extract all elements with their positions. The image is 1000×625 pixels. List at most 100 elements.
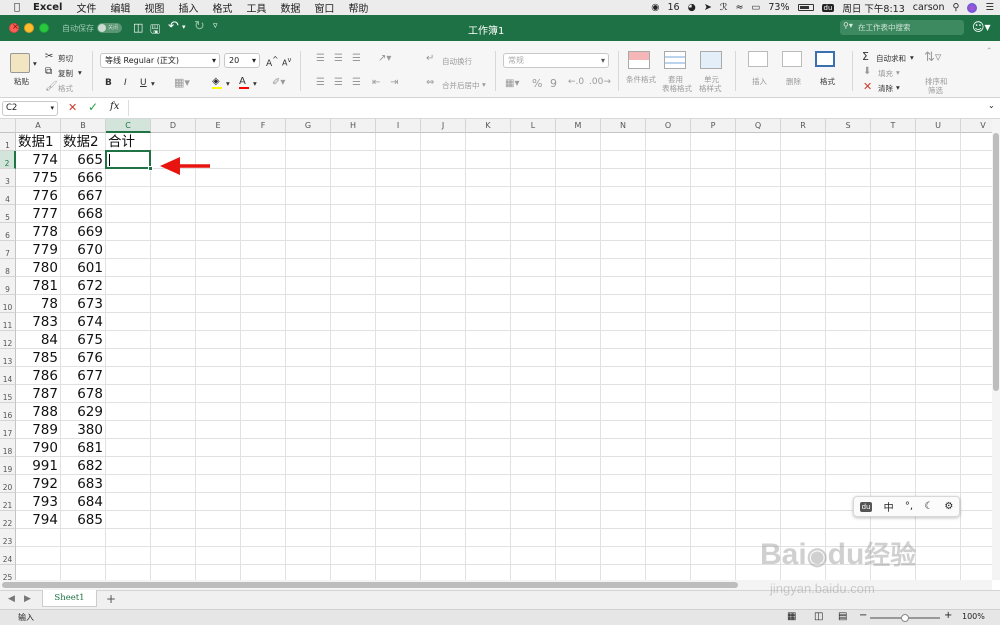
cancel-entry-icon[interactable]: ✕: [68, 101, 77, 114]
table-cell[interactable]: 676: [61, 349, 103, 367]
prev-sheet-icon[interactable]: ◀: [8, 594, 15, 604]
table-cell[interactable]: 794: [16, 511, 58, 529]
number-format-select[interactable]: 常规 ▾: [503, 53, 609, 68]
insert-cells-button[interactable]: 插入: [752, 76, 767, 87]
row-header-1[interactable]: 1: [0, 133, 16, 151]
comma-button[interactable]: 9: [550, 77, 557, 90]
row-header-2[interactable]: 2: [0, 151, 16, 169]
font-name-select[interactable]: 等线 Regular (正文) ▾: [100, 53, 220, 68]
customize-toolbar-icon[interactable]: ▿: [213, 21, 218, 31]
battery-icon[interactable]: [797, 4, 814, 11]
cut-icon[interactable]: ✂: [45, 51, 53, 62]
font-color-icon[interactable]: A: [239, 76, 249, 89]
column-header-g[interactable]: G: [286, 119, 331, 133]
zoom-in-button[interactable]: +: [944, 610, 952, 621]
column-header-k[interactable]: K: [466, 119, 511, 133]
clear-icon[interactable]: ✕: [863, 80, 872, 93]
row-header-15[interactable]: 15: [0, 385, 16, 403]
merge-center-icon[interactable]: ⇔: [426, 77, 434, 88]
minimize-window-button[interactable]: [24, 23, 34, 33]
underline-dropdown-icon[interactable]: ▾: [151, 79, 155, 88]
copy-dropdown-icon[interactable]: ▾: [78, 68, 82, 77]
autosave-toggle[interactable]: 关闭: [97, 23, 122, 33]
selected-cell-c2[interactable]: [105, 150, 153, 171]
cell-styles-button-2[interactable]: 格样式: [699, 83, 722, 94]
outdent-icon[interactable]: ⇤: [372, 77, 380, 88]
row-header-23[interactable]: 23: [0, 529, 16, 547]
table-cell[interactable]: 675: [61, 331, 103, 349]
cut-button[interactable]: 剪切: [58, 53, 73, 64]
format-as-table-icon[interactable]: [664, 51, 686, 69]
table-cell[interactable]: 780: [16, 259, 58, 277]
row-header-16[interactable]: 16: [0, 403, 16, 421]
vertical-scrollbar[interactable]: [992, 119, 1000, 580]
mail-icon[interactable]: ➤: [704, 2, 712, 13]
column-header-m[interactable]: M: [556, 119, 601, 133]
horizontal-scroll-thumb[interactable]: [2, 582, 738, 588]
fill-handle[interactable]: [148, 166, 153, 171]
select-all-corner[interactable]: [0, 119, 16, 133]
copy-icon[interactable]: ⧉: [45, 66, 52, 77]
align-right-icon[interactable]: ☰: [352, 77, 361, 88]
zoom-slider-thumb[interactable]: [901, 614, 909, 622]
table-cell[interactable]: 774: [16, 151, 58, 169]
merge-center-button[interactable]: 合并后居中: [442, 80, 480, 91]
align-middle-icon[interactable]: ☰: [334, 53, 343, 64]
table-cell[interactable]: 674: [61, 313, 103, 331]
table-cell[interactable]: 781: [16, 277, 58, 295]
sidebar-toggle-icon[interactable]: ◫: [133, 21, 143, 34]
row-header-24[interactable]: 24: [0, 547, 16, 565]
insert-function-icon[interactable]: fx: [110, 101, 119, 112]
table-cell[interactable]: 673: [61, 295, 103, 313]
undo-icon[interactable]: ↶: [168, 19, 179, 34]
wechat-icon[interactable]: ◉: [651, 2, 659, 13]
fill-button[interactable]: 填充: [878, 68, 893, 79]
enter-entry-icon[interactable]: ✓: [88, 100, 98, 114]
row-header-4[interactable]: 4: [0, 187, 16, 205]
row-header-17[interactable]: 17: [0, 421, 16, 439]
merge-dropdown-icon[interactable]: ▾: [482, 80, 486, 89]
table-cell[interactable]: 667: [61, 187, 103, 205]
column-header-v[interactable]: V: [961, 119, 992, 133]
row-header-6[interactable]: 6: [0, 223, 16, 241]
decrease-decimal-icon[interactable]: .00→: [589, 77, 611, 87]
column-header-j[interactable]: J: [421, 119, 466, 133]
fill-color-dropdown-icon[interactable]: ▾: [226, 79, 230, 88]
column-header-u[interactable]: U: [916, 119, 961, 133]
row-header-21[interactable]: 21: [0, 493, 16, 511]
table-cell[interactable]: 991: [16, 457, 58, 475]
autosum-button[interactable]: 自动求和: [876, 53, 906, 64]
menu-window[interactable]: 窗口: [307, 0, 341, 15]
feedback-smiley-icon[interactable]: ☺▾: [972, 20, 991, 34]
format-painter-button[interactable]: 格式: [58, 83, 73, 94]
add-sheet-button[interactable]: +: [106, 592, 116, 606]
font-size-select[interactable]: 20 ▾: [224, 53, 260, 68]
column-header-b[interactable]: B: [61, 119, 106, 133]
decrease-font-icon[interactable]: Av: [282, 56, 291, 68]
row-header-19[interactable]: 19: [0, 457, 16, 475]
spreadsheet-grid[interactable]: A B C D E F G H I J K L M N O P Q R S T U V 1 2 3 4 5 6 7 8 9 10 11 12 13 1…: [0, 119, 992, 580]
sort-filter-button-2[interactable]: 筛选: [928, 85, 943, 96]
header-cell-a1[interactable]: 数据1: [18, 133, 54, 151]
column-header-n[interactable]: N: [601, 119, 646, 133]
row-header-18[interactable]: 18: [0, 439, 16, 457]
zoom-level[interactable]: 100%: [962, 612, 985, 621]
row-header-5[interactable]: 5: [0, 205, 16, 223]
save-icon[interactable]: 🖫: [150, 20, 160, 41]
row-header-9[interactable]: 9: [0, 277, 16, 295]
sort-filter-icon[interactable]: ⇅▿: [924, 50, 941, 65]
table-cell[interactable]: 775: [16, 169, 58, 187]
percent-button[interactable]: %: [532, 77, 542, 90]
gear-icon[interactable]: ⚙: [944, 501, 953, 512]
row-header-11[interactable]: 11: [0, 313, 16, 331]
conditional-format-icon[interactable]: [628, 51, 650, 69]
spotlight-icon[interactable]: ⚲: [953, 2, 960, 13]
clear-button[interactable]: 清除: [878, 83, 893, 94]
format-cells-button[interactable]: 格式: [820, 76, 835, 87]
insert-cells-icon[interactable]: [748, 51, 768, 67]
column-header-a[interactable]: A: [16, 119, 61, 133]
table-cell[interactable]: 677: [61, 367, 103, 385]
table-cell[interactable]: 790: [16, 439, 58, 457]
column-header-d[interactable]: D: [151, 119, 196, 133]
row-header-12[interactable]: 12: [0, 331, 16, 349]
